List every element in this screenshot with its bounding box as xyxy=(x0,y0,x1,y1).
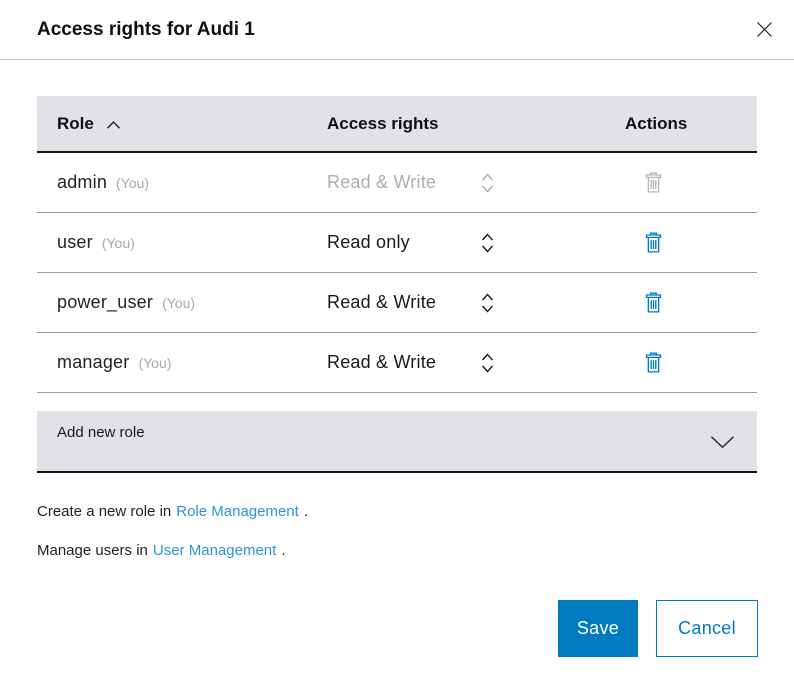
trash-icon xyxy=(643,351,664,375)
access-rights-select[interactable]: Read & Write xyxy=(327,351,495,375)
access-rights-table: Role Access rights Actions admin (You) R… xyxy=(37,96,757,393)
user-management-link[interactable]: User Management xyxy=(153,542,276,559)
user-management-note: Manage users in User Management. xyxy=(37,541,757,560)
close-icon xyxy=(754,19,775,40)
dialog-footer: Save Cancel xyxy=(0,600,758,657)
role-cell: admin (You) xyxy=(37,172,327,193)
access-cell: Read only xyxy=(327,231,625,255)
access-rights-select[interactable]: Read & Write xyxy=(327,291,495,315)
you-badge: (You) xyxy=(138,355,171,371)
note-prefix: Manage users in xyxy=(37,542,148,559)
actions-cell xyxy=(625,227,757,259)
note-suffix: . xyxy=(281,542,285,559)
table-row-manager: manager (You) Read & Write xyxy=(37,333,757,393)
column-header-role[interactable]: Role xyxy=(37,114,327,134)
access-rights-value: Read & Write xyxy=(327,172,436,193)
close-button[interactable] xyxy=(751,17,777,43)
table-header-row: Role Access rights Actions xyxy=(37,96,757,153)
helper-notes: Create a new role in Role Management. Man… xyxy=(37,502,757,560)
trash-icon xyxy=(643,291,664,315)
delete-role-button[interactable] xyxy=(638,347,668,379)
access-cell: Read & Write xyxy=(327,171,625,195)
add-new-role-panel[interactable]: Add new role xyxy=(37,411,757,473)
role-name: admin xyxy=(57,172,107,193)
actions-cell xyxy=(625,287,757,319)
access-rights-select: Read & Write xyxy=(327,171,495,195)
chevron-up-down-icon xyxy=(480,231,495,255)
cancel-button[interactable]: Cancel xyxy=(656,600,758,657)
column-header-access-rights: Access rights xyxy=(327,114,625,134)
note-prefix: Create a new role in xyxy=(37,503,171,520)
actions-cell xyxy=(625,167,757,199)
role-cell: manager (You) xyxy=(37,352,327,373)
trash-icon xyxy=(643,171,664,195)
chevron-up-down-icon xyxy=(480,171,495,195)
access-cell: Read & Write xyxy=(327,291,625,315)
access-cell: Read & Write xyxy=(327,351,625,375)
role-name: user xyxy=(57,232,93,253)
chevron-up-down-icon xyxy=(480,291,495,315)
table-row-power-user: power_user (You) Read & Write xyxy=(37,273,757,333)
access-rights-select[interactable]: Read only xyxy=(327,231,495,255)
chevron-up-down-icon xyxy=(480,351,495,375)
role-management-link[interactable]: Role Management xyxy=(176,503,299,520)
chevron-down-icon xyxy=(710,435,735,449)
table-row-admin: admin (You) Read & Write xyxy=(37,153,757,213)
delete-role-button[interactable] xyxy=(638,287,668,319)
delete-role-button xyxy=(638,167,668,199)
role-name: power_user xyxy=(57,292,153,313)
delete-role-button[interactable] xyxy=(638,227,668,259)
column-header-actions: Actions xyxy=(625,114,757,134)
role-name: manager xyxy=(57,352,129,373)
note-suffix: . xyxy=(304,503,308,520)
access-rights-value: Read & Write xyxy=(327,352,436,373)
access-rights-value: Read only xyxy=(327,232,410,253)
dialog-header: Access rights for Audi 1 xyxy=(0,0,794,60)
you-badge: (You) xyxy=(162,295,195,311)
access-rights-value: Read & Write xyxy=(327,292,436,313)
you-badge: (You) xyxy=(102,235,135,251)
table-row-user: user (You) Read only xyxy=(37,213,757,273)
role-management-note: Create a new role in Role Management. xyxy=(37,502,757,521)
add-new-role-label: Add new role xyxy=(37,411,757,441)
dialog-title: Access rights for Audi 1 xyxy=(37,19,255,41)
you-badge: (You) xyxy=(116,175,149,191)
role-cell: user (You) xyxy=(37,232,327,253)
actions-cell xyxy=(625,347,757,379)
trash-icon xyxy=(643,231,664,255)
column-header-role-label: Role xyxy=(57,114,94,134)
sort-ascending-icon xyxy=(106,120,121,130)
role-cell: power_user (You) xyxy=(37,292,327,313)
save-button[interactable]: Save xyxy=(558,600,638,657)
